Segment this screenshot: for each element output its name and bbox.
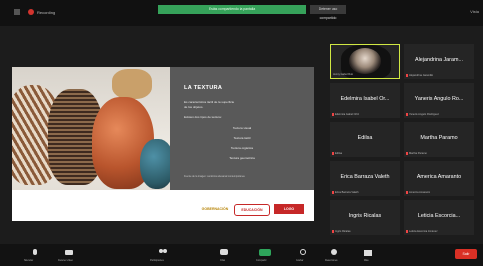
participant-tile[interactable]: Alejandrina Jaram... Alejandrina Jaramil… xyxy=(404,44,474,79)
slide-text-panel: LA TEXTURA Es característica táctil de l… xyxy=(170,67,314,190)
record-label[interactable]: Grabar xyxy=(296,259,303,262)
video-camera-icon[interactable] xyxy=(65,249,75,257)
participant-sub-label: Alejandrina Jaramillo xyxy=(406,73,433,77)
institution-logo: LOGO xyxy=(274,204,304,214)
muted-mic-icon xyxy=(406,190,408,194)
zoom-meeting-window: Recording Estás compartiendo la pantalla… xyxy=(0,0,483,266)
participant-sub-label: Leticia Escorcia Jiménez xyxy=(406,229,438,233)
participant-sub-label: Edilsa xyxy=(332,151,342,155)
participant-name: Martha Paramo xyxy=(420,135,458,141)
shared-slide: LA TEXTURA Es característica táctil de l… xyxy=(12,67,314,221)
participant-name: America Amaranto xyxy=(416,174,462,180)
leave-meeting-button[interactable]: Salir xyxy=(455,249,477,259)
slide-intro-line: Es característica táctil de la superfici… xyxy=(184,100,235,104)
participant-tile[interactable]: America Amaranto America Amaranto xyxy=(404,161,474,196)
slide-list-heading: Existen dos tipos de textura: xyxy=(184,115,222,119)
muted-mic-icon xyxy=(332,151,334,155)
pot-shape xyxy=(140,139,170,189)
participant-tile[interactable]: Edilsa Edilsa xyxy=(330,122,400,157)
participant-tile[interactable]: Leticia Escorcia... Leticia Escorcia Jim… xyxy=(404,200,474,235)
participant-name: Ingris Ricalas xyxy=(348,213,382,219)
view-button[interactable]: Vista xyxy=(470,9,479,14)
more-icon[interactable] xyxy=(364,249,374,257)
grid-icon xyxy=(14,9,20,15)
reactions-icon[interactable] xyxy=(330,249,340,257)
pot-shape xyxy=(112,69,152,99)
stop-share-button[interactable]: Detener uso compartido xyxy=(310,5,346,20)
muted-mic-icon xyxy=(406,229,408,233)
slide-intro-line: de los objetos. xyxy=(184,105,204,109)
slide-bullet: Textura geométrica xyxy=(229,156,255,160)
recording-indicator[interactable]: Recording xyxy=(14,9,55,15)
participants-label[interactable]: Participantes xyxy=(150,259,164,262)
mute-label[interactable]: Silenciar xyxy=(24,259,33,262)
participant-tile[interactable]: Jenny Isabel Ruiz xyxy=(330,44,400,79)
slide-bullet: Textura visual xyxy=(232,126,252,130)
participant-name: Yaneris Angulo Ro... xyxy=(414,96,464,102)
participant-sub-label: America Amaranto xyxy=(406,190,430,194)
participant-name: Alejandrina Jaram... xyxy=(415,57,463,63)
participant-sub-label: Martha Paramo xyxy=(406,151,427,155)
muted-mic-icon xyxy=(406,151,408,155)
educacion-logo: EDUCACIÓN xyxy=(234,204,270,216)
record-icon[interactable] xyxy=(298,249,308,257)
participant-sub-label: Ingris Ricalas xyxy=(332,229,351,233)
muted-mic-icon xyxy=(332,229,334,233)
record-dot-icon xyxy=(28,9,34,15)
participant-tile[interactable]: Martha Paramo Martha Paramo xyxy=(404,122,474,157)
gobernacion-logo: GOBERNACIÓN xyxy=(201,207,229,211)
participant-video xyxy=(349,48,381,74)
reactions-label[interactable]: Reacciones xyxy=(325,259,338,262)
logo-bar: GOBERNACIÓN EDUCACIÓN LOGO xyxy=(12,190,314,221)
participant-sub-label: Erica Barraza Valeth xyxy=(332,190,359,194)
participant-sub-label: Edelmira Isabel Ortiz xyxy=(332,112,359,116)
microphone-icon[interactable] xyxy=(30,249,40,257)
participant-tile[interactable]: Edelmira Isabel Or... Edelmira Isabel Or… xyxy=(330,83,400,118)
video-label[interactable]: Detener video xyxy=(58,259,73,262)
muted-mic-icon xyxy=(332,190,334,194)
participant-tile[interactable]: Yaneris Angulo Ro... Yaneris Angulo Rodr… xyxy=(404,83,474,118)
participant-sub-label: Yaneris Angulo Rodríguez xyxy=(406,112,439,116)
participant-name: Edelmira Isabel Or... xyxy=(340,96,390,102)
top-bar: Recording Estás compartiendo la pantalla… xyxy=(0,0,483,26)
participant-name: Leticia Escorcia... xyxy=(417,213,461,219)
meeting-toolbar: Silenciar Detener video Participantes Ch… xyxy=(0,244,483,266)
participant-name: Erica Barraza Valeth xyxy=(340,174,390,180)
share-label[interactable]: Compartir xyxy=(256,259,267,262)
participant-tile[interactable]: Ingris Ricalas Ingris Ricalas xyxy=(330,200,400,235)
slide-bullet: Textura táctil xyxy=(233,136,251,140)
participant-name: Edilsa xyxy=(357,135,373,141)
participants-icon[interactable] xyxy=(158,249,168,257)
muted-mic-icon xyxy=(332,112,334,116)
ceramics-photo xyxy=(12,67,170,190)
recording-label: Recording xyxy=(37,9,56,15)
chat-icon[interactable] xyxy=(220,249,230,257)
participant-sub-label: Jenny Isabel Ruiz xyxy=(333,73,354,76)
muted-mic-icon xyxy=(406,112,408,116)
participant-tile[interactable]: Erica Barraza Valeth Erica Barraza Valet… xyxy=(330,161,400,196)
share-screen-icon[interactable] xyxy=(259,249,271,257)
sharing-banner: Estás compartiendo la pantalla xyxy=(158,5,306,14)
slide-footnote: Fuente de la imagen: cerámica artesanal … xyxy=(184,175,245,178)
chat-label[interactable]: Chat xyxy=(220,259,225,262)
muted-mic-icon xyxy=(406,73,408,77)
slide-bullet: Textura orgánica xyxy=(230,146,254,150)
slide-title: LA TEXTURA xyxy=(184,85,223,91)
more-label[interactable]: Más xyxy=(364,259,369,262)
